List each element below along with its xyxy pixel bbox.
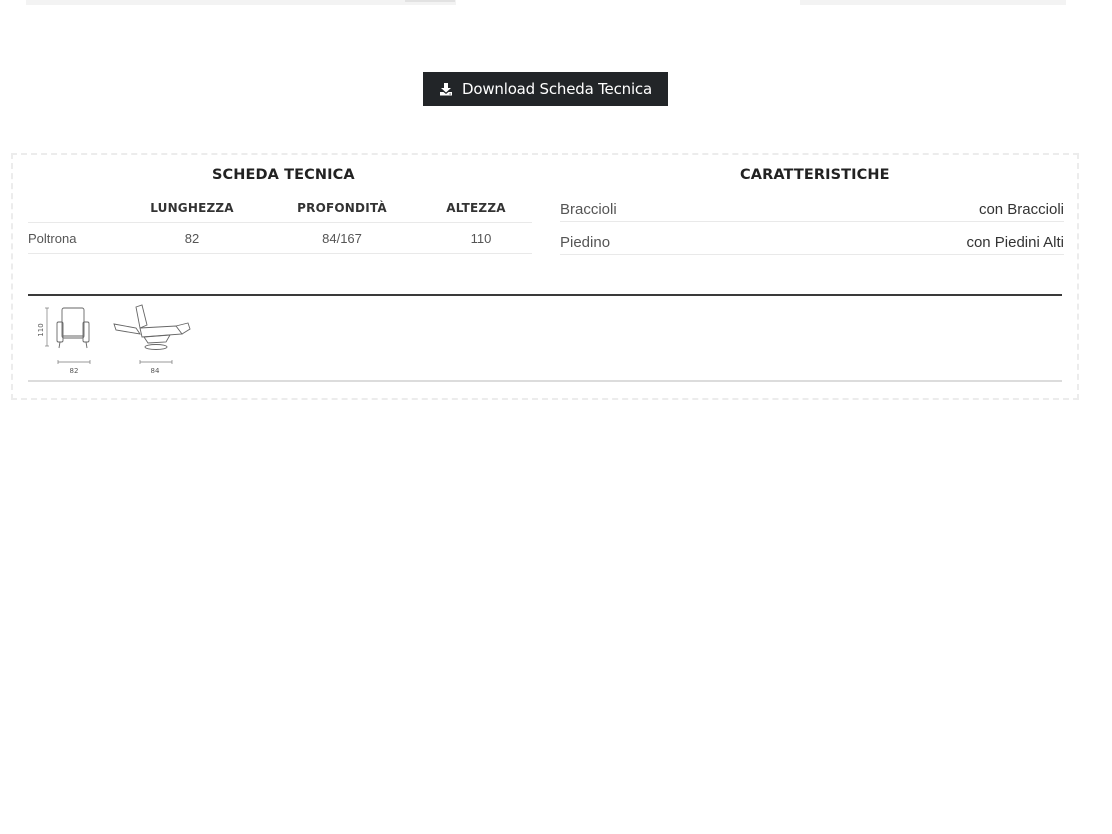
product-page: Download Scheda Tecnica SCHEDA TECNICA L…	[0, 0, 1112, 834]
drawing-top-rule	[28, 294, 1062, 296]
technical-sheet-title: SCHEDA TECNICA	[212, 167, 355, 183]
drawing-bottom-rule	[28, 380, 1062, 382]
top-strip-left	[26, 0, 456, 5]
table-divider	[28, 222, 532, 223]
armchair-front-view	[56, 307, 90, 349]
features-divider	[560, 254, 1064, 255]
top-strip-knob	[405, 0, 455, 2]
height-dimension-label: 110	[37, 323, 45, 336]
table-cell-height: 110	[470, 231, 492, 246]
top-strip-right	[800, 0, 1066, 5]
table-cell-depth: 84/167	[322, 231, 362, 246]
feature-value-armrests: con Braccioli	[978, 201, 1064, 218]
feature-value-feet: con Piedini Alti	[966, 234, 1064, 251]
table-divider	[28, 253, 532, 254]
table-cell-length: 82	[184, 231, 200, 246]
feature-label-armrests: Braccioli	[560, 201, 617, 218]
table-cell-product-name: Poltrona	[28, 231, 77, 246]
download-datasheet-button[interactable]: Download Scheda Tecnica	[423, 72, 668, 106]
dimension-drawing: 110 82 84	[37, 304, 191, 375]
column-header-length: LUNGHEZZA	[150, 201, 234, 215]
feature-label-feet: Piedino	[560, 234, 611, 251]
features-divider	[560, 221, 1064, 222]
width-dimension-label: 82	[70, 367, 79, 375]
column-header-depth: PROFONDITÀ	[297, 201, 387, 215]
column-header-height: ALTEZZA	[446, 201, 506, 215]
download-button-label: Download Scheda Tecnica	[462, 80, 652, 98]
armchair-side-reclined-view	[113, 304, 191, 350]
depth-dimension-label: 84	[151, 367, 160, 375]
features-title: CARATTERISTICHE	[740, 167, 890, 183]
download-icon	[439, 82, 453, 96]
